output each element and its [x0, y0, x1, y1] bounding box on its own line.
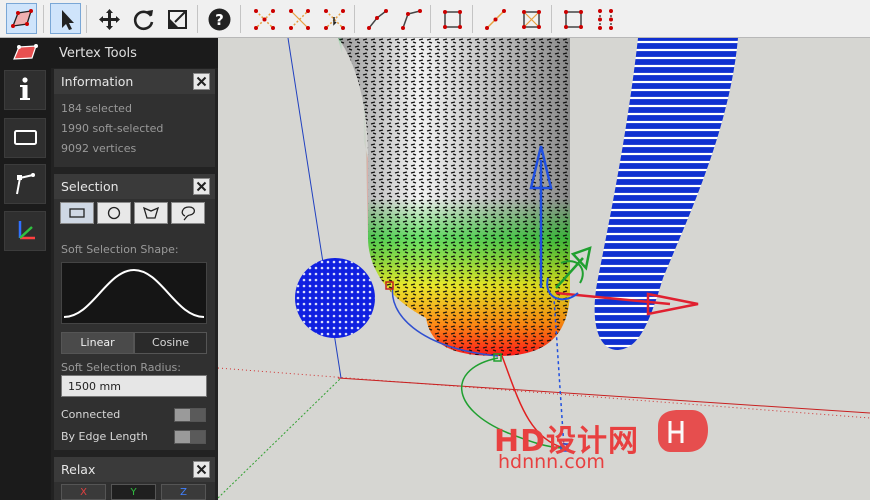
- select-face-vertices-icon[interactable]: [318, 3, 349, 34]
- information-header: Information: [54, 69, 215, 94]
- lasso-freehand-select-icon[interactable]: [171, 202, 205, 224]
- watermark-logo: [658, 410, 708, 452]
- relax-z-button[interactable]: Z: [161, 484, 206, 500]
- close-icon[interactable]: [193, 178, 210, 195]
- selection-rect-icon[interactable]: [4, 118, 46, 158]
- circle-select-icon[interactable]: [97, 202, 131, 224]
- relax-section: Relax X Y Z: [54, 457, 215, 500]
- split-face-icon[interactable]: [515, 3, 546, 34]
- edge-curve-icon[interactable]: [395, 3, 426, 34]
- falloff-linear-button[interactable]: Linear: [61, 332, 134, 354]
- relax-y-button[interactable]: Y: [111, 484, 156, 500]
- main-toolbar: ?: [0, 0, 870, 38]
- face-select-icon[interactable]: [436, 3, 467, 34]
- close-icon[interactable]: [193, 461, 210, 478]
- select-arrow-icon[interactable]: [50, 3, 81, 34]
- selection-header: Selection: [54, 174, 215, 199]
- move-icon[interactable]: [93, 3, 124, 34]
- rectangle-select-icon[interactable]: [60, 202, 94, 224]
- vertex-count: 9092 vertices: [61, 142, 137, 155]
- soft-selected-count: 1990 soft-selected: [61, 122, 164, 135]
- panel-header: Vertex Tools: [51, 38, 218, 68]
- bevel-face-icon[interactable]: [557, 3, 588, 34]
- connected-label: Connected: [61, 408, 121, 421]
- falloff-cosine-button[interactable]: Cosine: [134, 332, 207, 354]
- soft-selection-radius-label: Soft Selection Radius:: [61, 361, 181, 374]
- y-axis-guide: [218, 377, 342, 499]
- by-edge-length-toggle[interactable]: [174, 430, 206, 444]
- rotate-icon[interactable]: [127, 3, 158, 34]
- watermark-url: hdnnn.com: [498, 451, 605, 473]
- selection-shape-buttons: [60, 202, 205, 224]
- relax-header: Relax: [54, 457, 215, 482]
- vertex-tools-logo-icon: [6, 41, 46, 65]
- soft-selection-curve: [61, 262, 207, 324]
- help-icon[interactable]: ?: [203, 3, 234, 34]
- selection-section: Selection Soft Selection Shape: Linear C…: [54, 174, 215, 450]
- relax-x-button[interactable]: X: [61, 484, 106, 500]
- relax-title: Relax: [61, 462, 96, 477]
- information-section: Information 184 selected 1990 soft-selec…: [54, 69, 215, 167]
- by-edge-length-label: By Edge Length: [61, 430, 148, 443]
- split-edge-icon[interactable]: [479, 3, 510, 34]
- selected-count: 184 selected: [61, 102, 132, 115]
- edge-line-icon[interactable]: [361, 3, 392, 34]
- soft-selection-shape-label: Soft Selection Shape:: [61, 243, 179, 256]
- information-title: Information: [61, 74, 134, 89]
- information-icon[interactable]: [4, 70, 46, 110]
- select-vertices-icon[interactable]: [248, 3, 279, 34]
- lasso-polygon-select-icon[interactable]: [134, 202, 168, 224]
- x-axis-guide: [218, 367, 870, 419]
- vertex-tools-panel: Vertex Tools Information 184 selected 19…: [51, 38, 218, 500]
- axis-gizmo-icon[interactable]: [4, 211, 46, 251]
- relax-curve-icon[interactable]: [4, 164, 46, 204]
- blue-sphere[interactable]: [295, 258, 375, 338]
- 3d-viewport[interactable]: HD设计网 hdnnn.com: [218, 38, 870, 500]
- soft-selection-radius-input[interactable]: 1500 mm: [61, 375, 207, 397]
- grid-face-icon[interactable]: [589, 3, 620, 34]
- select-edge-vertices-icon[interactable]: [283, 3, 314, 34]
- svg-text:?: ?: [215, 11, 224, 29]
- x-axis-line: [337, 377, 870, 414]
- scale-icon[interactable]: [161, 3, 192, 34]
- selection-title: Selection: [61, 179, 119, 194]
- close-icon[interactable]: [193, 73, 210, 90]
- connected-toggle[interactable]: [174, 408, 206, 422]
- panel-title: Vertex Tools: [59, 46, 137, 61]
- vertex-tools-icon[interactable]: [6, 3, 37, 34]
- tool-icon-strip: [0, 38, 51, 500]
